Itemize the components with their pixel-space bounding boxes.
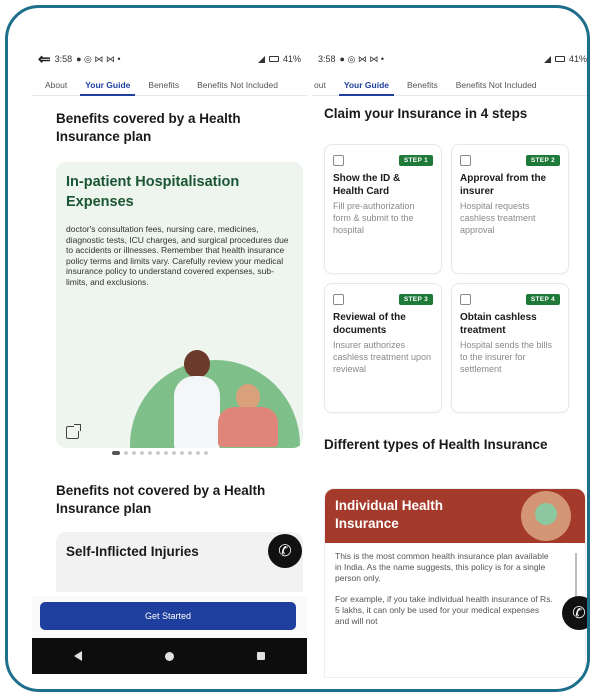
battery-level: 41% [568,54,587,64]
insurance-types-title: Different types of Health Insurance [324,437,548,452]
nav-home-icon[interactable] [164,651,174,661]
battery-icon [554,56,565,62]
tab-about[interactable]: About [36,80,76,95]
nav-back-icon[interactable] [73,651,82,661]
step-title: Approval from the insurer [460,173,547,197]
tab-about[interactable]: out [312,80,335,95]
carousel-dot[interactable] [148,451,152,455]
step-description: Insurer authorizes cashless treatment up… [333,340,432,374]
approval-icon [460,154,471,166]
step-card-1[interactable]: STEP 1 Show the ID & Health Card Fill pr… [324,144,442,274]
plan-card-header: Individual Health Insurance [325,489,585,543]
carousel-dot[interactable] [156,451,160,455]
notification-icons: ● ◎ ⋈ ⋈ • [76,53,121,64]
get-started-button[interactable]: Get Started [40,602,296,630]
patient-illustration [218,407,278,447]
tab-bar: out Your Guide Benefits Benefits Not Inc… [312,70,587,96]
benefits-not-covered-title: Benefits not covered by a Health Insuran… [56,483,266,516]
tab-benefits[interactable]: Benefits [398,80,447,95]
right-phone-screen: 3:58 ● ◎ ⋈ ⋈ • 41% out Your Guide Benefi… [312,48,587,678]
external-link-icon[interactable] [66,424,81,439]
carousel-dot[interactable] [164,451,168,455]
step-badge: STEP 2 [525,154,560,166]
benefits-covered-title: Benefits covered by a Health Insurance p… [56,111,241,144]
claim-steps-grid: STEP 1 Show the ID & Health Card Fill pr… [324,144,586,413]
step-badge: STEP 1 [398,154,433,166]
status-time: 3:58 [318,54,336,64]
carousel-dot[interactable] [180,451,184,455]
signal-icon [543,55,551,63]
doctor-illustration-head [184,350,210,378]
carousel-dot[interactable] [196,451,200,455]
call-button[interactable]: ✆ [268,534,302,568]
plan-card-title: Individual Health Insurance [335,498,444,531]
carousel-dot[interactable] [124,451,128,455]
battery-level: 41% [282,54,301,64]
status-bar: ⇐ 3:58 ● ◎ ⋈ ⋈ • 41% [32,48,307,70]
tab-benefits-not-included[interactable]: Benefits Not Included [447,80,546,95]
status-time: 3:58 [54,54,73,64]
document-icon [333,293,344,305]
doctor-illustration [174,376,220,448]
step-title: Reviewal of the documents [333,312,406,336]
carousel-dot[interactable] [188,451,192,455]
individual-plan-card[interactable]: Individual Health Insurance This is the … [324,488,586,678]
step-title: Show the ID & Health Card [333,173,401,197]
step-badge: STEP 3 [398,293,433,305]
nav-recents-icon[interactable] [257,652,266,660]
heart-icon [535,503,557,525]
claim-steps-title: Claim your Insurance in 4 steps [324,106,528,121]
step-title: Obtain cashless treatment [460,312,537,336]
carousel-dot[interactable] [140,451,144,455]
phone-icon: ✆ [278,543,292,560]
step-card-2[interactable]: STEP 2 Approval from the insurer Hospita… [451,144,569,274]
tab-your-guide[interactable]: Your Guide [76,80,139,96]
left-phone-screen: ⇐ 3:58 ● ◎ ⋈ ⋈ • 41% About Your Guide Be… [32,48,307,678]
step-description: Hospital sends the bills to the insurer … [460,340,553,374]
carousel-dot[interactable] [112,451,120,455]
tab-benefits[interactable]: Benefits [139,80,188,95]
carousel-dot[interactable] [132,451,136,455]
signal-icon [257,55,265,63]
call-button[interactable]: ✆ [562,596,587,630]
screenshot-frame: ⇐ 3:58 ● ◎ ⋈ ⋈ • 41% About Your Guide Be… [5,5,590,692]
plan-description: This is the most common health insurance… [335,551,549,583]
benefit-card-title: In-patient Hospitalisation Expenses [66,174,240,210]
not-covered-card-title: Self-Inflicted Injuries [66,544,199,559]
plan-card-body: This is the most common health insurance… [325,543,565,635]
carousel-dot[interactable] [204,451,208,455]
carousel-dot[interactable] [172,451,176,455]
step-badge: STEP 4 [525,293,560,305]
benefit-card-description: doctor's consultation fees, nursing care… [66,224,289,287]
carousel-indicator [112,451,208,455]
id-card-icon [333,154,344,166]
step-description: Hospital requests cashless treatment app… [460,201,536,235]
tab-benefits-not-included[interactable]: Benefits Not Included [188,80,287,95]
battery-icon [268,56,279,62]
phone-icon: ✆ [572,605,586,622]
android-nav-bar [32,638,307,674]
step-description: Fill pre-authorization form & submit to … [333,201,415,235]
step-card-3[interactable]: STEP 3 Reviewal of the documents Insurer… [324,283,442,413]
tab-bar: About Your Guide Benefits Benefits Not I… [32,70,307,96]
plan-example: For example, if you take individual heal… [335,594,553,626]
tab-your-guide[interactable]: Your Guide [335,80,398,96]
back-arrow-icon[interactable]: ⇐ [38,52,51,67]
benefit-card[interactable]: In-patient Hospitalisation Expenses doct… [56,162,303,448]
status-bar: 3:58 ● ◎ ⋈ ⋈ • 41% [312,48,587,70]
not-covered-card[interactable]: Self-Inflicted Injuries [56,532,303,592]
notification-icons: ● ◎ ⋈ ⋈ • [339,53,384,64]
hospital-icon [460,293,471,305]
step-card-4[interactable]: STEP 4 Obtain cashless treatment Hospita… [451,283,569,413]
